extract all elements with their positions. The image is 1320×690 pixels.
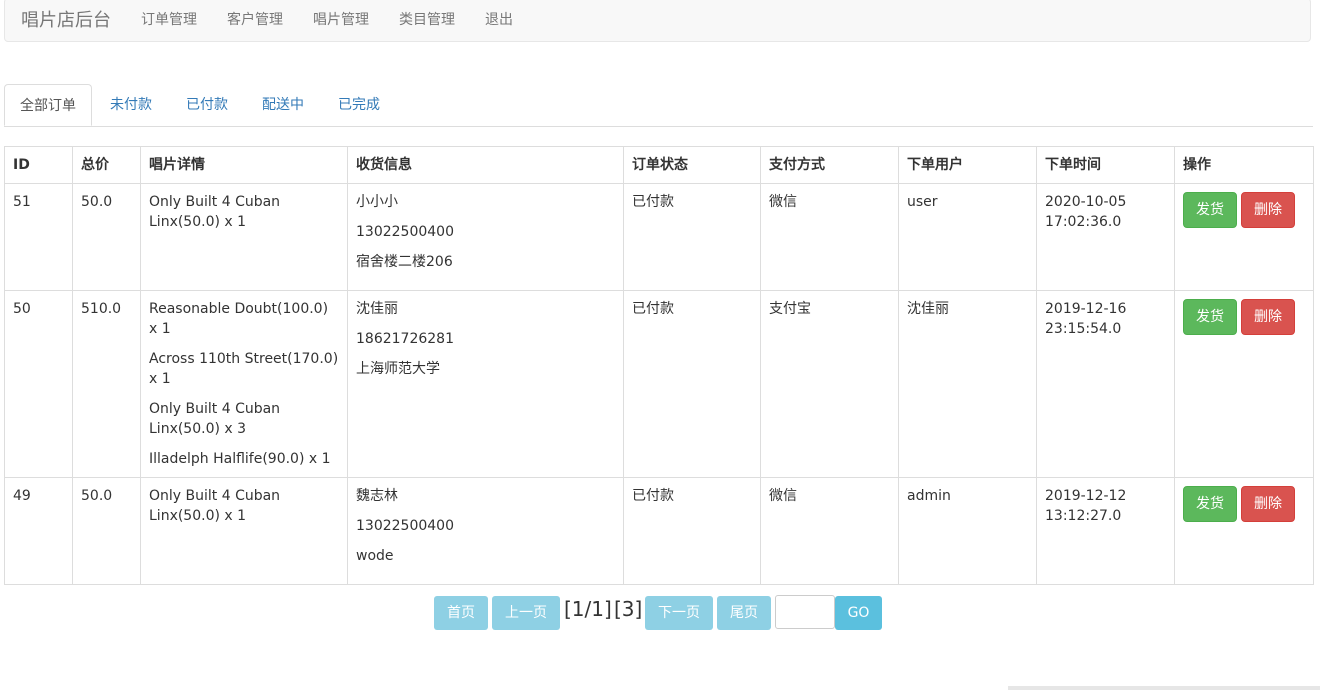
cell-id: 50 [4,290,73,478]
nav-customer-management[interactable]: 客户管理 [227,9,283,29]
header-user: 下单用户 [898,146,1037,184]
cell-shipping: 魏志林 13022500400 wode [347,477,624,585]
tab-unpaid[interactable]: 未付款 [110,84,152,126]
nav-record-management[interactable]: 唱片管理 [313,9,369,29]
cell-total: 50.0 [72,477,141,585]
cell-status: 已付款 [623,477,761,585]
detail-line: Reasonable Doubt(100.0) x 1 [149,301,329,337]
cell-status: 已付款 [623,183,761,291]
tab-paid[interactable]: 已付款 [186,84,228,126]
table-row: 49 50.0 Only Built 4 Cuban Linx(50.0) x … [4,477,1314,585]
cell-actions: 发货 删除 [1174,290,1314,478]
cell-payment: 微信 [760,477,899,585]
tab-all-orders[interactable]: 全部订单 [4,84,92,126]
last-page-button[interactable]: 尾页 [717,596,771,630]
tab-completed[interactable]: 已完成 [338,84,380,126]
ship-button[interactable]: 发货 [1183,299,1237,335]
detail-line: Illadelph Halflife(90.0) x 1 [149,451,331,467]
cell-time: 2019-12-12 13:12:27.0 [1036,477,1175,585]
detail-line: Only Built 4 Cuban Linx(50.0) x 1 [149,488,281,524]
page-info: [1/1] [564,597,612,621]
detail-line: Only Built 4 Cuban Linx(50.0) x 1 [149,194,281,230]
next-page-button[interactable]: 下一页 [645,596,713,630]
brand-title[interactable]: 唱片店后台 [21,6,111,32]
shipping-phone: 18621726281 [356,331,454,347]
cell-shipping: 沈佳丽 18621726281 上海师范大学 [347,290,624,478]
nav-order-management[interactable]: 订单管理 [141,9,197,29]
ship-button[interactable]: 发货 [1183,486,1237,522]
cell-id: 49 [4,477,73,585]
shipping-address: wode [356,548,394,564]
shipping-address: 宿舍楼二楼206 [356,254,453,270]
cell-shipping: 小小小 13022500400 宿舍楼二楼206 [347,183,624,291]
cell-id: 51 [4,183,73,291]
header-id: ID [4,146,73,184]
header-total: 总价 [72,146,141,184]
nav-category-management[interactable]: 类目管理 [399,9,455,29]
cell-time: 2019-12-16 23:15:54.0 [1036,290,1175,478]
nav-logout[interactable]: 退出 [485,9,513,29]
cell-details: Reasonable Doubt(100.0) x 1 Across 110th… [140,290,348,478]
delete-button[interactable]: 删除 [1241,192,1295,228]
page-number-input[interactable] [775,595,835,629]
top-navbar: 唱片店后台 订单管理 客户管理 唱片管理 类目管理 退出 [4,0,1311,42]
table-header-row: ID 总价 唱片详情 收货信息 订单状态 支付方式 下单用户 下单时间 操作 [4,146,1314,184]
cell-details: Only Built 4 Cuban Linx(50.0) x 1 [140,183,348,291]
tab-shipping[interactable]: 配送中 [262,84,304,126]
first-page-button[interactable]: 首页 [434,596,488,630]
header-shipping: 收货信息 [347,146,624,184]
bottom-scroll-hint [1008,686,1320,690]
detail-line: Only Built 4 Cuban Linx(50.0) x 3 [149,401,281,437]
order-filter-tabs: 全部订单 未付款 已付款 配送中 已完成 [4,84,1313,127]
prev-page-button[interactable]: 上一页 [492,596,560,630]
cell-time: 2020-10-05 17:02:36.0 [1036,183,1175,291]
record-count: [3] [614,597,643,621]
go-button[interactable]: GO [835,596,882,630]
cell-user: user [898,183,1037,291]
header-details: 唱片详情 [140,146,348,184]
cell-status: 已付款 [623,290,761,478]
cell-actions: 发货 删除 [1174,183,1314,291]
header-payment: 支付方式 [760,146,899,184]
orders-table: ID 总价 唱片详情 收货信息 订单状态 支付方式 下单用户 下单时间 操作 5… [4,146,1314,585]
detail-line: Across 110th Street(170.0) x 1 [149,351,339,387]
cell-payment: 微信 [760,183,899,291]
shipping-name: 沈佳丽 [356,301,398,317]
cell-total: 510.0 [72,290,141,478]
cell-actions: 发货 删除 [1174,477,1314,585]
delete-button[interactable]: 删除 [1241,299,1295,335]
delete-button[interactable]: 删除 [1241,486,1295,522]
table-row: 50 510.0 Reasonable Doubt(100.0) x 1 Acr… [4,290,1314,478]
shipping-phone: 13022500400 [356,224,454,240]
pagination: 首页 上一页 [1/1] [3] 下一页 尾页 GO [0,595,1320,631]
cell-payment: 支付宝 [760,290,899,478]
shipping-name: 魏志林 [356,488,398,504]
table-row: 51 50.0 Only Built 4 Cuban Linx(50.0) x … [4,183,1314,291]
cell-user: admin [898,477,1037,585]
header-actions: 操作 [1174,146,1314,184]
cell-user: 沈佳丽 [898,290,1037,478]
header-time: 下单时间 [1036,146,1175,184]
ship-button[interactable]: 发货 [1183,192,1237,228]
shipping-address: 上海师范大学 [356,361,440,377]
header-status: 订单状态 [623,146,761,184]
shipping-name: 小小小 [356,194,398,210]
cell-total: 50.0 [72,183,141,291]
shipping-phone: 13022500400 [356,518,454,534]
cell-details: Only Built 4 Cuban Linx(50.0) x 1 [140,477,348,585]
